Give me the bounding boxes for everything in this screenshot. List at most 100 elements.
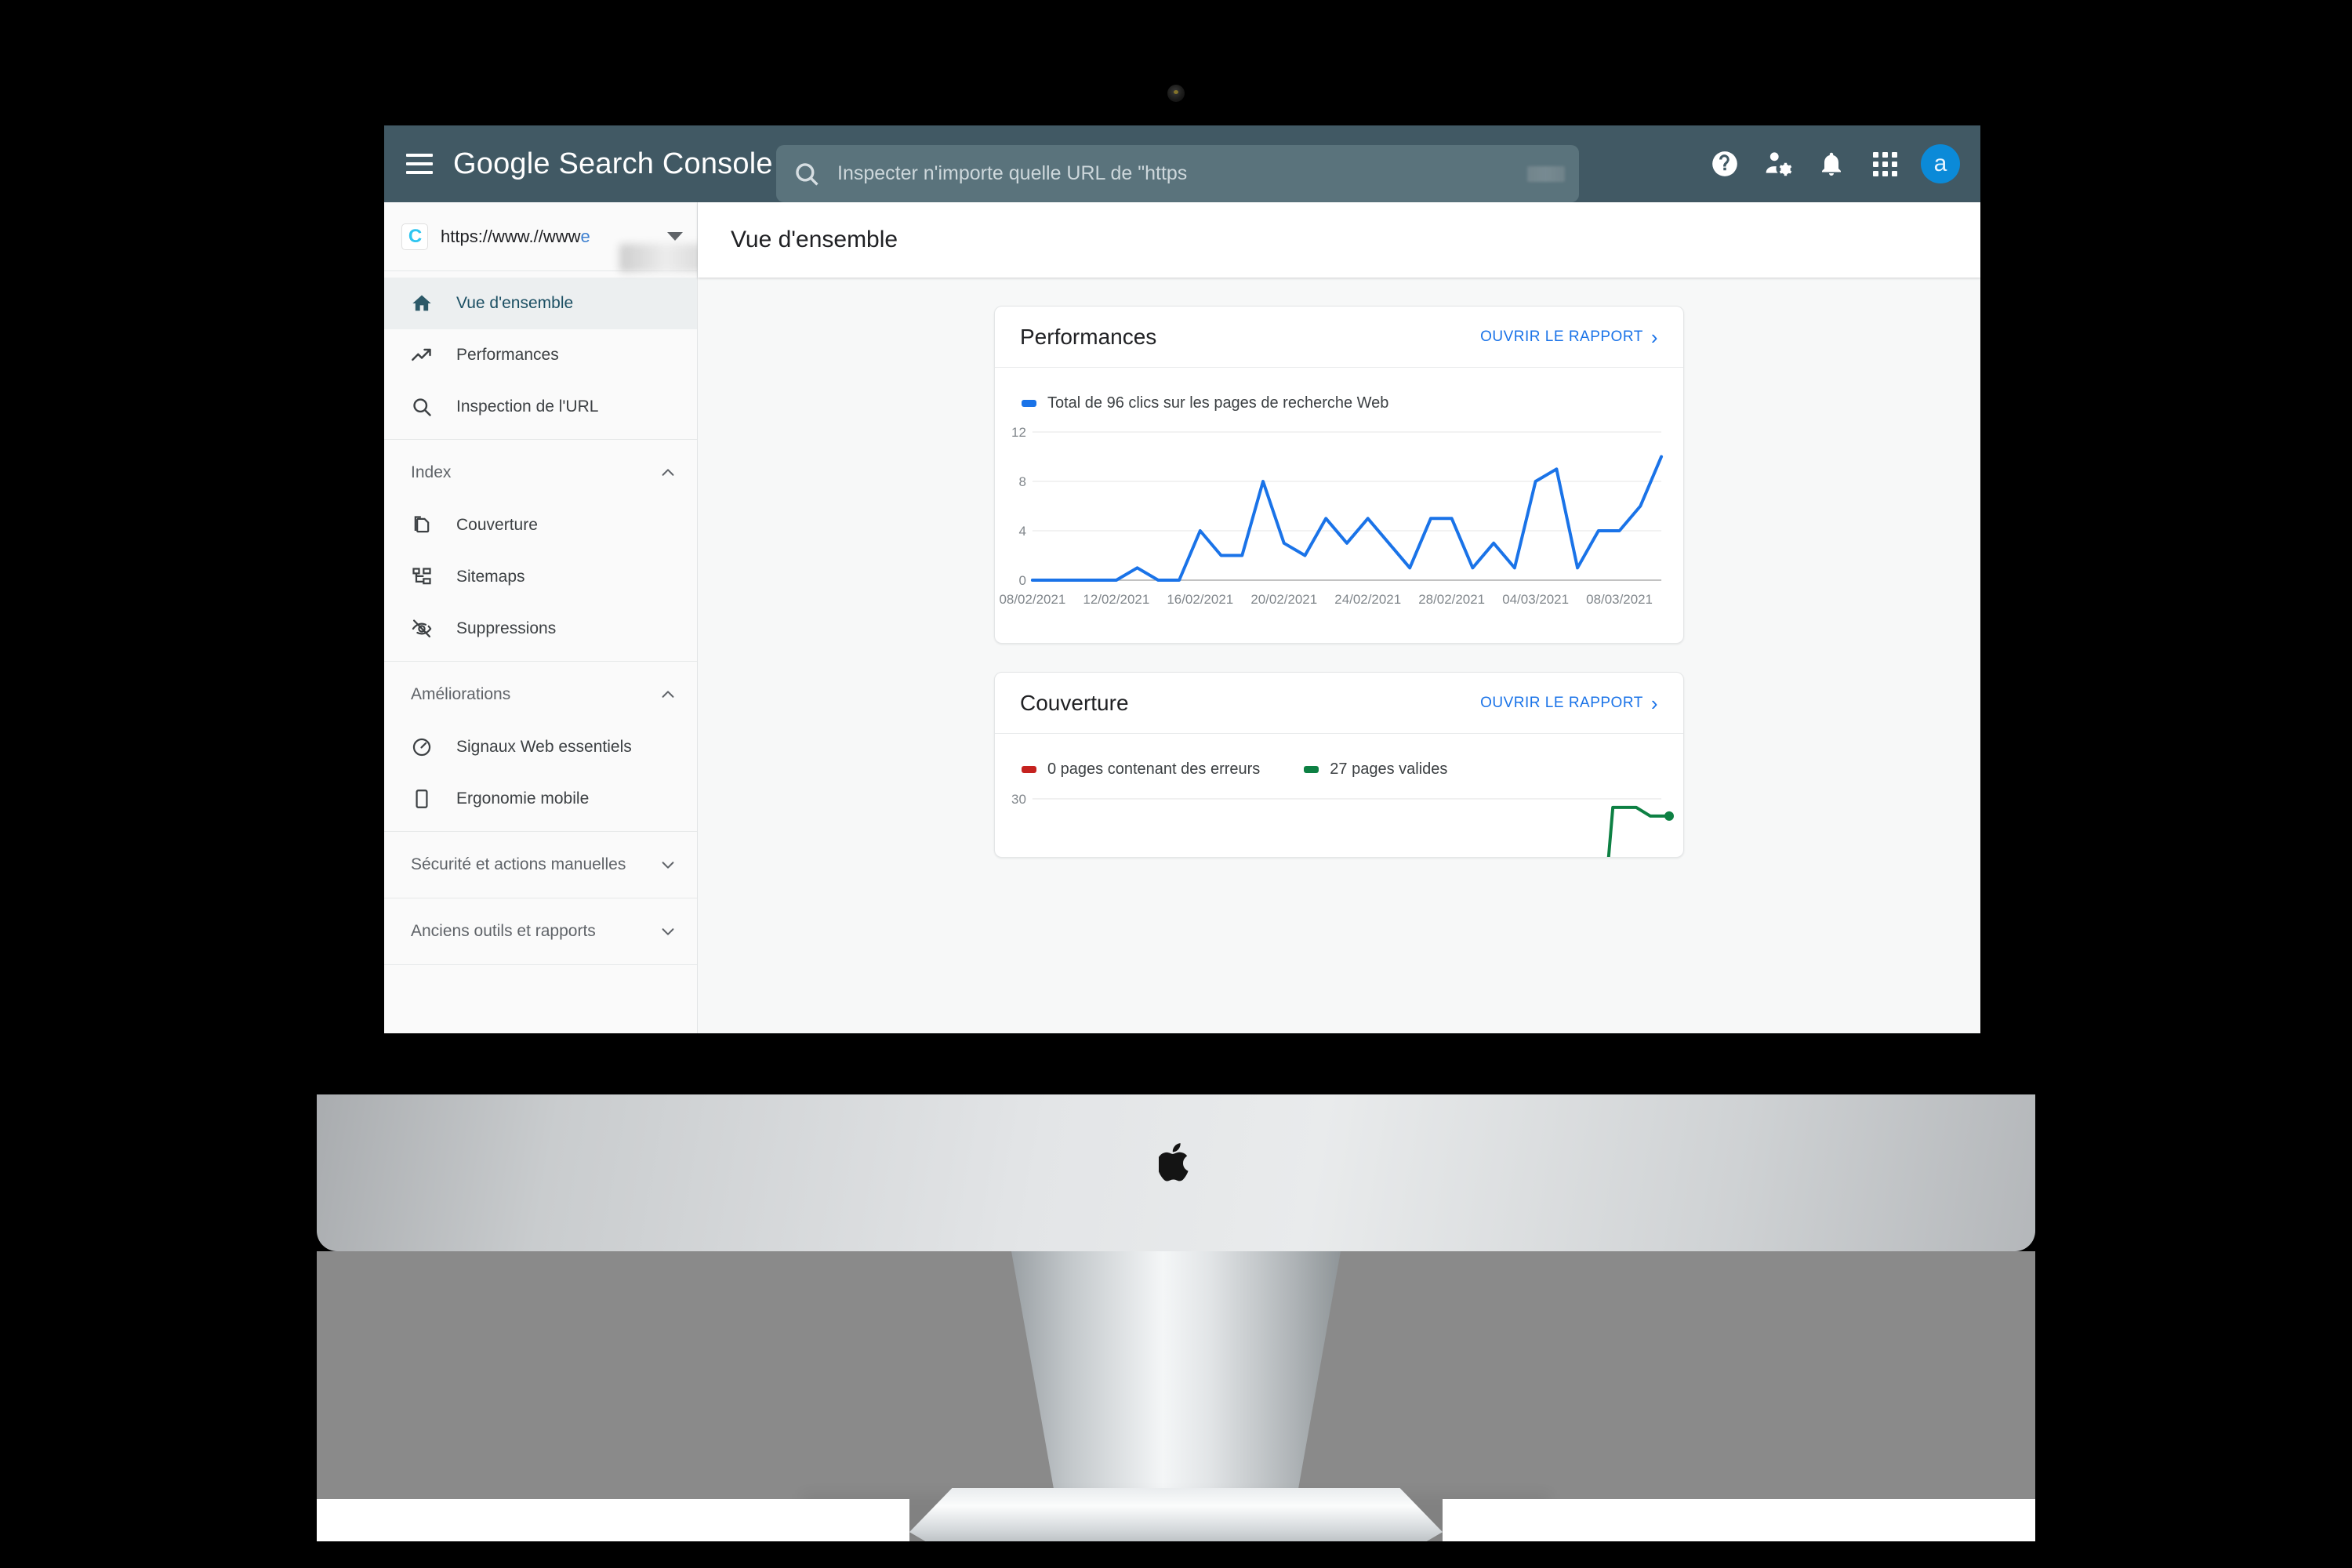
x-tick: 08/03/2021 <box>1586 592 1653 607</box>
sidebar-section-security[interactable]: Sécurité et actions manuelles <box>384 838 697 891</box>
apple-logo-icon <box>1159 1143 1189 1181</box>
account-settings-button[interactable] <box>1751 137 1805 191</box>
sidebar-item-label: Performances <box>456 346 559 364</box>
help-icon <box>1712 151 1737 176</box>
sidebar-item-core-web-vitals[interactable]: Signaux Web essentiels <box>384 721 697 773</box>
sidebar-item-label: Signaux Web essentiels <box>456 738 632 756</box>
webcam-dot <box>1167 85 1185 102</box>
search-input[interactable] <box>837 162 1527 185</box>
display-screen: Google Search Console Inspecter n'import… <box>384 125 1980 1033</box>
coverage-card: Couverture OUVRIR LE RAPPORT › 0 pages c… <box>994 672 1684 858</box>
property-url-text: https://www.//www <box>441 226 581 246</box>
performance-series-line <box>1030 455 1664 582</box>
search-icon <box>796 162 818 186</box>
chevron-right-icon: › <box>1650 325 1658 349</box>
sidebar-item-label: Sitemaps <box>456 568 525 586</box>
pages-icon <box>411 514 434 537</box>
imac-desk-left <box>317 1499 909 1543</box>
search-redacted-text <box>1527 165 1565 182</box>
sidebar-item-sitemaps[interactable]: Sitemaps <box>384 551 697 603</box>
sidebar-item-removals[interactable]: Suppressions <box>384 603 697 655</box>
coverage-series-endpoint <box>1664 811 1675 821</box>
nav-group-legacy-tools: Anciens outils et rapports <box>384 898 697 965</box>
link-label: OUVRIR LE RAPPORT <box>1480 328 1643 345</box>
imac-desk-right <box>1443 1499 2035 1543</box>
sidebar-section-legacy-tools[interactable]: Anciens outils et rapports <box>384 905 697 958</box>
x-axis-ticks: 08/02/2021 12/02/2021 16/02/2021 20/02/2021… <box>999 592 1653 607</box>
home-icon <box>411 292 434 315</box>
y-tick: 4 <box>1018 524 1025 539</box>
coverage-card-title: Couverture <box>1020 690 1129 715</box>
nav-group-index: Index Couverture Sitemaps Suppressions <box>384 440 697 662</box>
chevron-down-icon <box>659 923 677 940</box>
performance-card-header: Performances OUVRIR LE RAPPORT › <box>995 307 1683 368</box>
sidebar-item-overview[interactable]: Vue d'ensemble <box>384 278 697 329</box>
eye-off-icon <box>411 617 434 641</box>
sidebar-section-label: Sécurité et actions manuelles <box>411 855 626 873</box>
sidebar-section-enhancements[interactable]: Améliorations <box>384 668 697 721</box>
x-tick: 08/02/2021 <box>999 592 1065 607</box>
x-tick: 20/02/2021 <box>1250 592 1317 607</box>
x-tick: 16/02/2021 <box>1167 592 1233 607</box>
chevron-down-icon <box>659 856 677 873</box>
mobile-icon <box>411 787 434 811</box>
sidebar-section-label: Anciens outils et rapports <box>411 922 596 940</box>
sidebar: C https://www.//wwwe Vue d'ensemble Perf… <box>384 202 712 1033</box>
performance-card-title: Performances <box>1020 324 1157 349</box>
coverage-card-header: Couverture OUVRIR LE RAPPORT › <box>995 673 1683 734</box>
sidebar-item-label: Ergonomie mobile <box>456 789 590 808</box>
sidebar-item-label: Couverture <box>456 516 538 534</box>
y-tick: 12 <box>1011 425 1026 440</box>
sidebar-section-label: Améliorations <box>411 685 511 703</box>
nav-group-security: Sécurité et actions manuelles <box>384 832 697 898</box>
apps-grid-icon <box>1872 151 1897 176</box>
sitemap-icon <box>411 565 434 589</box>
x-tick: 04/03/2021 <box>1502 592 1569 607</box>
content-scroll-area[interactable]: Performances OUVRIR LE RAPPORT › Total d… <box>698 278 1980 1033</box>
help-button[interactable] <box>1698 137 1751 191</box>
imac-stand-foot <box>909 1488 1443 1544</box>
link-label: OUVRIR LE RAPPORT <box>1480 694 1643 711</box>
nav-group-main: Vue d'ensemble Performances Inspection d… <box>384 271 697 440</box>
sidebar-item-mobile-usability[interactable]: Ergonomie mobile <box>384 773 697 825</box>
url-inspection-search[interactable] <box>776 145 1579 202</box>
performance-open-report-link[interactable]: OUVRIR LE RAPPORT › <box>1480 327 1658 347</box>
page-title: Vue d'ensemble <box>698 202 1980 278</box>
sidebar-item-performance[interactable]: Performances <box>384 329 697 381</box>
coverage-open-report-link[interactable]: OUVRIR LE RAPPORT › <box>1480 693 1658 713</box>
sidebar-item-label: Vue d'ensemble <box>456 294 574 312</box>
apps-button[interactable] <box>1858 137 1911 191</box>
legend-item[interactable]: Total de 96 clics sur les pages de reche… <box>1022 394 1388 412</box>
legend-label: 0 pages contenant des erreurs <box>1047 760 1261 778</box>
screenshot-stage: Google Search Console Inspecter n'import… <box>0 0 2352 1568</box>
brand-product: Search Console <box>558 147 773 180</box>
bell-icon <box>1822 152 1841 176</box>
x-tick: 24/02/2021 <box>1334 592 1401 607</box>
bottom-letterbox <box>0 1541 2352 1568</box>
chevron-up-icon <box>659 686 677 703</box>
chevron-right-icon: › <box>1650 691 1658 715</box>
x-tick: 28/02/2021 <box>1418 592 1485 607</box>
legend-swatch-clicks <box>1022 400 1036 407</box>
account-settings-icon <box>1766 152 1792 176</box>
chevron-down-icon[interactable] <box>667 232 683 241</box>
property-logo-icon: C <box>401 223 428 250</box>
legend-label: 27 pages valides <box>1330 760 1448 778</box>
x-tick: 12/02/2021 <box>1083 592 1149 607</box>
sidebar-item-coverage[interactable]: Couverture <box>384 499 697 551</box>
performance-legend: Total de 96 clics sur les pages de reche… <box>995 368 1683 416</box>
performance-line-chart: 12 8 4 0 08/02/2021 12/02/2021 16/02/2021 2… <box>995 416 1683 643</box>
sidebar-item-label: Suppressions <box>456 619 557 637</box>
main-content: Vue d'ensemble Performances OUVRIR LE RA… <box>698 202 1980 1033</box>
menu-icon[interactable] <box>406 154 433 174</box>
property-selector[interactable]: C https://www.//wwwe <box>384 202 712 272</box>
sidebar-section-index[interactable]: Index <box>384 446 697 499</box>
avatar[interactable]: a <box>1921 144 1960 183</box>
sidebar-item-url-inspection[interactable]: Inspection de l'URL <box>384 381 697 433</box>
y-tick: 8 <box>1018 474 1025 489</box>
notifications-button[interactable] <box>1805 137 1858 191</box>
legend-item[interactable]: 27 pages valides <box>1304 760 1447 779</box>
search-icon <box>411 395 434 419</box>
legend-item[interactable]: 0 pages contenant des erreurs <box>1022 760 1260 779</box>
sidebar-section-label: Index <box>411 463 452 481</box>
